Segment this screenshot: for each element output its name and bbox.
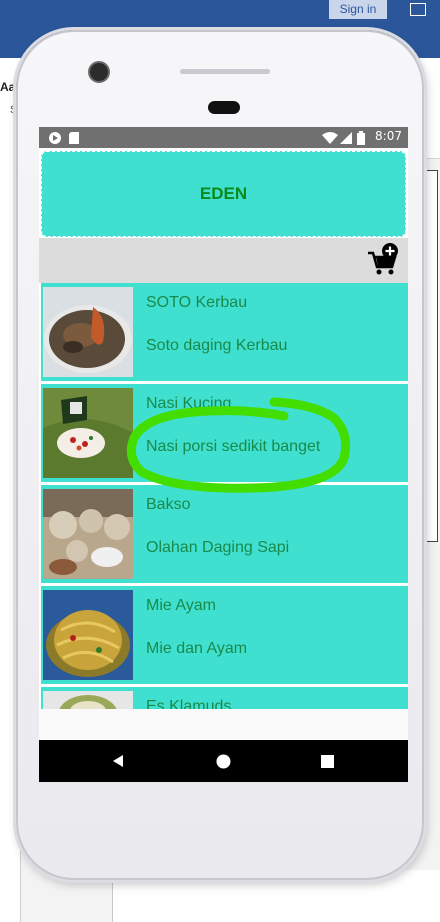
item-description: Soto daging Kerbau: [146, 337, 288, 354]
list-item[interactable]: Mie Ayam Mie dan Ayam: [41, 586, 408, 684]
list-item[interactable]: SOTO Kerbau Soto daging Kerbau: [41, 283, 408, 381]
signal-icon: [340, 132, 352, 144]
bakso-photo: [43, 489, 133, 579]
app-header: EDEN: [41, 151, 406, 237]
toolbar: [39, 238, 408, 283]
item-title: Mie Ayam: [146, 597, 216, 614]
status-bar: 8:07: [39, 127, 408, 148]
app-title: EDEN: [199, 184, 248, 203]
status-time: 8:07: [375, 129, 402, 143]
list-item[interactable]: Es Klamuds: [41, 687, 408, 709]
battery-icon: [357, 131, 365, 145]
mie-ayam-photo: [43, 590, 133, 680]
wifi-icon: [322, 132, 338, 144]
sign-in-button[interactable]: Sign in: [329, 0, 387, 19]
item-title: Es Klamuds: [146, 698, 232, 709]
speaker-grille: [180, 69, 270, 74]
item-description: Olahan Daging Sapi: [146, 539, 290, 556]
list-item[interactable]: Bakso Olahan Daging Sapi: [41, 485, 408, 583]
back-icon[interactable]: [111, 754, 125, 768]
soto-photo: [43, 287, 133, 377]
home-icon[interactable]: [216, 754, 231, 769]
highlight-annotation: [126, 397, 351, 493]
recents-icon[interactable]: [321, 755, 334, 768]
sd-card-icon: [69, 132, 79, 144]
desktop-right-panel: [422, 170, 438, 542]
restore-window-icon[interactable]: [410, 3, 426, 16]
item-title: Bakso: [146, 496, 191, 513]
add-to-cart-icon[interactable]: [366, 243, 400, 277]
bottom-spacer: [39, 709, 408, 740]
nasi-kucing-photo: [43, 388, 133, 478]
earpiece: [208, 101, 240, 114]
navigation-bar: [39, 740, 408, 782]
item-description: Mie dan Ayam: [146, 640, 248, 657]
play-store-icon: [49, 132, 61, 144]
front-camera-icon: [88, 61, 110, 83]
es-kelapa-photo: [43, 691, 133, 709]
item-title: SOTO Kerbau: [146, 294, 248, 311]
